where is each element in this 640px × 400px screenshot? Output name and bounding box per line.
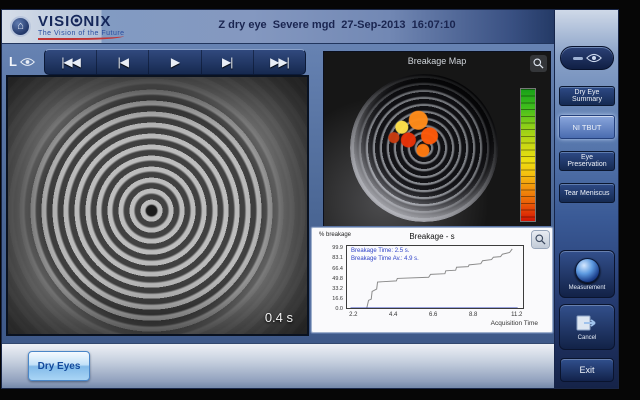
sidebar-dry-eye-summary-button[interactable]: Dry Eye Summary xyxy=(559,86,615,106)
logo-eye-icon xyxy=(70,14,83,27)
main-area: ⌂ VISINIX The Vision of the Future Z dry… xyxy=(2,10,554,388)
play-button[interactable]: ▶ xyxy=(149,50,201,74)
sidebar-tear-meniscus-button[interactable]: Tear Meniscus xyxy=(559,183,615,203)
breakage-hotspots xyxy=(382,104,448,162)
x-tick-label: 6.6 xyxy=(424,312,442,318)
measure-button-label: Measurement xyxy=(569,285,606,291)
lens-icon xyxy=(575,258,600,283)
exam-title: Z dry eye Severe mgd 27-Sep-2013 16:07:1… xyxy=(172,19,502,31)
bottom-bar: Dry Eyes xyxy=(2,343,554,388)
eye-side-label: L xyxy=(9,54,35,69)
x-tick-label: 4.4 xyxy=(384,312,402,318)
y-tick-label: 66.4 xyxy=(318,266,343,272)
video-frame: 0.4 s xyxy=(6,75,309,336)
cancel-button-label: Cancel xyxy=(578,335,597,341)
dry-eyes-button[interactable]: Dry Eyes xyxy=(28,351,90,381)
content: L |◀◀ |◀ ▶ ▶| ▶▶| 0.4 s Breakage Map xyxy=(2,44,554,388)
step-back-button[interactable]: |◀ xyxy=(97,50,149,74)
home-icon[interactable]: ⌂ xyxy=(10,16,31,37)
cancel-button[interactable]: Cancel xyxy=(559,304,615,350)
x-tick-label: 8.8 xyxy=(464,312,482,318)
severity-colorbar xyxy=(520,88,536,222)
y-tick-label: 99.9 xyxy=(318,245,343,251)
sidebar-ni-tbut-button[interactable]: NI TBUT xyxy=(559,115,615,139)
eye-icon xyxy=(586,53,602,63)
breakage-chart-panel: % breakage Breakage - s Breakage Time: 2… xyxy=(312,228,552,332)
frame-timestamp: 0.4 s xyxy=(265,310,293,325)
logo: VISINIX The Vision of the Future xyxy=(38,13,125,40)
sidebar-eye-preservation-button[interactable]: Eye Preservation xyxy=(559,151,615,171)
legend-breakage-time: Breakage Time: 2.5 s. xyxy=(351,248,419,256)
eye-selector-dash xyxy=(573,57,583,60)
x-tick-label: 11.2 xyxy=(508,312,526,318)
chart-title: Breakage - s xyxy=(312,232,552,241)
exit-button[interactable]: Exit xyxy=(560,358,614,382)
step-forward-button[interactable]: ▶| xyxy=(202,50,254,74)
breakage-map-title: Breakage Map xyxy=(324,56,550,66)
zoom-icon[interactable] xyxy=(530,55,547,72)
sidebar: Dry Eye Summary NI TBUT Eye Preservation… xyxy=(554,10,618,388)
chart-legend: Breakage Time: 2.5 s. Breakage Time Av.:… xyxy=(351,248,419,264)
chart-plot-area: Breakage Time: 2.5 s. Breakage Time Av.:… xyxy=(346,245,524,309)
zoom-icon[interactable] xyxy=(532,231,549,248)
brand-logo: VISINIX xyxy=(38,13,125,30)
legend-breakage-time-avg: Breakage Time Av.: 4.9 s. xyxy=(351,256,419,264)
header: ⌂ VISINIX The Vision of the Future Z dry… xyxy=(2,10,554,44)
chart-x-axis-label: Acquisition Time xyxy=(491,320,538,327)
vignette-overlay xyxy=(8,77,307,334)
breakage-map-panel: Breakage Map xyxy=(324,52,550,230)
y-tick-label: 33.2 xyxy=(318,286,343,292)
measure-button[interactable]: Measurement xyxy=(559,250,615,298)
fast-forward-button[interactable]: ▶▶| xyxy=(254,50,305,74)
eye-icon xyxy=(20,57,35,67)
eye-selector-button[interactable] xyxy=(560,46,614,70)
playback-bar: |◀◀ |◀ ▶ ▶| ▶▶| xyxy=(44,49,306,75)
rewind-button[interactable]: |◀◀ xyxy=(45,50,97,74)
app-window: ⌂ VISINIX The Vision of the Future Z dry… xyxy=(2,10,618,388)
y-tick-label: 16.6 xyxy=(318,296,343,302)
x-tick-label: 2.2 xyxy=(344,312,362,318)
brand-tagline: The Vision of the Future xyxy=(38,30,125,37)
y-tick-label: 83.1 xyxy=(318,255,343,261)
cancel-icon xyxy=(574,313,600,333)
y-tick-label: 0.0 xyxy=(318,306,343,312)
y-tick-label: 49.8 xyxy=(318,276,343,282)
